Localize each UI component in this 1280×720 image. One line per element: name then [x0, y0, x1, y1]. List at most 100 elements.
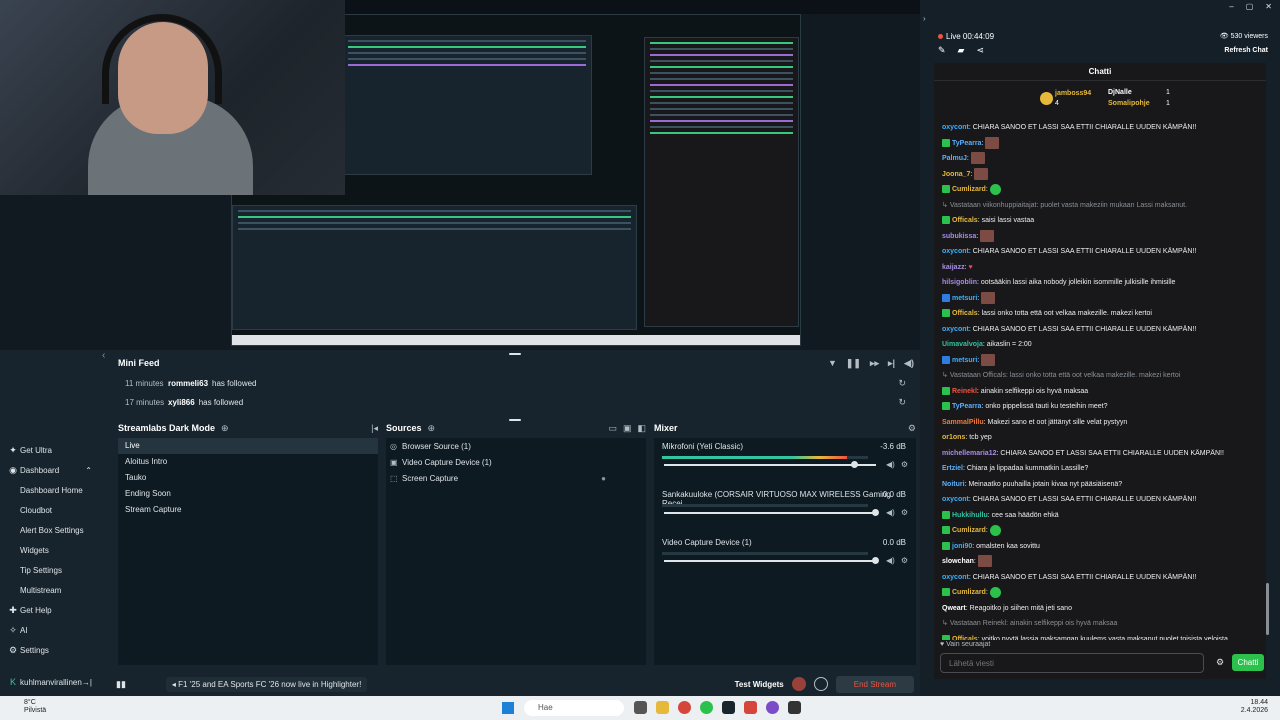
- gear-icon[interactable]: ⚙: [901, 556, 908, 565]
- pencil-icon[interactable]: ✎: [938, 45, 946, 56]
- sidebar-item[interactable]: ◉ Dashboard ⌃: [0, 460, 100, 480]
- close-icon[interactable]: ✕: [1265, 2, 1272, 11]
- sidebar-item[interactable]: ✚ Get Help: [0, 600, 100, 620]
- taskbar-clock[interactable]: 18.44 2.4.2026: [1241, 699, 1268, 715]
- chat-username[interactable]: Cumlizard: [952, 589, 986, 596]
- maximize-icon[interactable]: ▢: [1246, 2, 1254, 11]
- chat-username[interactable]: Joona_7: [942, 171, 970, 178]
- streamlabs-icon[interactable]: [722, 701, 735, 714]
- scene-item[interactable]: Stream Capture: [118, 502, 378, 518]
- chat-username[interactable]: kaijazz: [942, 264, 965, 271]
- sidebar-item[interactable]: Cloudbot: [0, 500, 100, 520]
- weather-widget[interactable]: 8°C Pilvistä: [12, 699, 46, 715]
- speaker-icon[interactable]: ◀): [886, 556, 895, 565]
- chat-username[interactable]: oxycont: [942, 124, 969, 131]
- chat-username[interactable]: Officals: [952, 217, 978, 224]
- sidebar-item[interactable]: Multistream: [0, 580, 100, 600]
- discord-icon[interactable]: [766, 701, 779, 714]
- trash-icon[interactable]: ▣: [623, 423, 632, 434]
- chat-settings-icon[interactable]: ⚙: [1216, 657, 1224, 668]
- skip-icon[interactable]: ▸▸: [870, 358, 879, 369]
- task-view-icon[interactable]: [634, 701, 647, 714]
- chat-username[interactable]: Qweart: [942, 605, 966, 612]
- collapse-arrow-icon[interactable]: ‹: [102, 350, 105, 361]
- scene-item[interactable]: Live: [118, 438, 378, 454]
- news-ticker[interactable]: ◂ F1 '25 and EA Sports FC '26 now live i…: [165, 676, 368, 692]
- resize-grip[interactable]: [509, 353, 521, 355]
- chat-username[interactable]: Cumlizard: [952, 186, 986, 193]
- sidebar-item[interactable]: Dashboard Home: [0, 480, 100, 500]
- add-source-icon[interactable]: ⊕: [428, 423, 436, 434]
- sidebar-item[interactable]: ⚙ Settings: [0, 640, 100, 660]
- add-scene-icon[interactable]: ⊕: [221, 423, 229, 434]
- test-widgets-button[interactable]: Test Widgets: [735, 680, 784, 689]
- sidebar-item[interactable]: Alert Box Settings: [0, 520, 100, 540]
- logout-icon[interactable]: →|: [82, 678, 92, 687]
- chat-username[interactable]: Reinekl: [952, 388, 977, 395]
- collapse-panel-icon[interactable]: |◂: [371, 423, 378, 434]
- sidebar-item[interactable]: Tip Settings: [0, 560, 100, 580]
- chat-username[interactable]: joni90: [952, 543, 972, 550]
- share-icon[interactable]: ⋖: [976, 45, 984, 56]
- browser-icon[interactable]: [678, 701, 691, 714]
- chat-username[interactable]: metsuri: [952, 357, 977, 364]
- end-stream-button[interactable]: End Stream: [835, 675, 914, 693]
- gear-icon[interactable]: ⚙: [908, 423, 916, 434]
- scene-item[interactable]: Tauko: [118, 470, 378, 486]
- chat-username[interactable]: Hukkihullu: [952, 512, 988, 519]
- chat-username[interactable]: TyPearra: [952, 403, 981, 410]
- speaker-icon[interactable]: ◀): [886, 460, 895, 469]
- sidebar-item[interactable]: Widgets: [0, 540, 100, 560]
- send-chat-button[interactable]: Chatti: [1232, 654, 1264, 671]
- chat-username[interactable]: Officals: [952, 310, 978, 317]
- taskbar-search[interactable]: Hae: [524, 700, 624, 716]
- app-icon[interactable]: [744, 701, 757, 714]
- chat-username[interactable]: slowchan: [942, 558, 974, 565]
- source-item[interactable]: ▣ Video Capture Device (1): [386, 454, 646, 470]
- sidebar-item[interactable]: ✦ Get Ultra: [0, 440, 100, 460]
- chat-username[interactable]: SammalPillu: [942, 419, 984, 426]
- scene-item[interactable]: Ending Soon: [118, 486, 378, 502]
- pause-icon[interactable]: ❚❚: [846, 358, 861, 369]
- volume-slider-knob[interactable]: [872, 557, 879, 564]
- file-explorer-icon[interactable]: [656, 701, 669, 714]
- scene-item[interactable]: Aloitus Intro: [118, 454, 378, 470]
- chevron-right-icon[interactable]: ›: [923, 14, 926, 23]
- chat-input[interactable]: [940, 653, 1204, 673]
- volume-slider[interactable]: [664, 509, 879, 516]
- replay-button[interactable]: [813, 677, 828, 691]
- filter-icon[interactable]: ▼: [828, 358, 837, 369]
- speaker-icon[interactable]: ◀): [886, 508, 895, 517]
- chat-username[interactable]: Ertziel: [942, 465, 963, 472]
- chat-username[interactable]: metsuri: [952, 295, 977, 302]
- user-account[interactable]: Kkuhlmanvirallinen →|: [0, 672, 100, 692]
- settings-icon[interactable]: ◧: [637, 423, 646, 434]
- chat-username[interactable]: TyPearra: [952, 140, 981, 147]
- record-button[interactable]: [791, 677, 806, 691]
- chat-scrollbar[interactable]: [1266, 583, 1269, 635]
- volume-slider[interactable]: [664, 461, 876, 468]
- source-item[interactable]: ⬚ Screen Capture ●: [386, 470, 646, 486]
- windows-start-icon[interactable]: [502, 702, 514, 714]
- chat-username[interactable]: PalmuJ: [942, 155, 967, 162]
- repeat-icon[interactable]: ↻: [898, 397, 906, 408]
- skip-end-icon[interactable]: ▸|: [888, 358, 895, 369]
- repeat-icon[interactable]: ↻: [898, 378, 906, 389]
- source-item[interactable]: ◎ Browser Source (1): [386, 438, 646, 454]
- popout-icon[interactable]: ▰: [958, 45, 965, 56]
- volume-slider[interactable]: [664, 557, 879, 564]
- chat-username[interactable]: hilsigoblin: [942, 279, 977, 286]
- chat-username[interactable]: oxycont: [942, 248, 969, 255]
- chat-username[interactable]: Cumlizard: [952, 527, 986, 534]
- volume-slider-knob[interactable]: [850, 461, 858, 468]
- chat-username[interactable]: Noituri: [942, 481, 965, 488]
- chat-username[interactable]: or1ons: [942, 434, 965, 441]
- chat-username[interactable]: Uimavalvoja: [942, 341, 983, 348]
- refresh-chat-button[interactable]: Refresh Chat: [1224, 47, 1268, 54]
- sidebar-item[interactable]: ✧ AI: [0, 620, 100, 640]
- minimize-icon[interactable]: –: [1229, 2, 1233, 11]
- chat-username[interactable]: Officals: [952, 636, 978, 641]
- chat-username[interactable]: oxycont: [942, 326, 969, 333]
- volume-slider-knob[interactable]: [872, 509, 879, 516]
- chat-username[interactable]: oxycont: [942, 496, 969, 503]
